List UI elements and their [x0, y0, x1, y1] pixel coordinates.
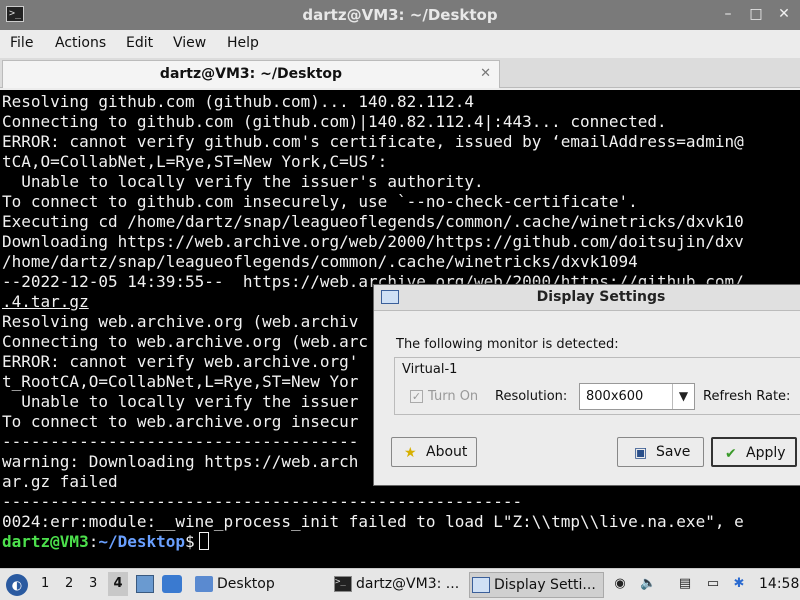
- refresh-rate-label: Refresh Rate:: [703, 389, 791, 404]
- volume-icon[interactable]: 🔈: [640, 576, 656, 592]
- maximize-icon[interactable]: □: [746, 4, 766, 24]
- chevron-down-icon[interactable]: ▼: [672, 384, 694, 409]
- window-title: dartz@VM3: ~/Desktop: [302, 6, 498, 24]
- task-display-settings[interactable]: Display Setti...: [469, 572, 604, 598]
- show-desktop-icon[interactable]: [162, 575, 182, 593]
- window-titlebar[interactable]: >_ dartz@VM3: ~/Desktop – □ ✕: [0, 0, 800, 30]
- apply-button-label: Apply: [746, 445, 786, 461]
- file-manager-icon[interactable]: [136, 575, 154, 593]
- star-icon: ★: [404, 445, 417, 461]
- terminal-line: ----------------------------------------…: [2, 492, 523, 511]
- prompt-path: ~/Desktop: [98, 532, 186, 551]
- terminal-icon: >_: [334, 576, 352, 592]
- task-desktop[interactable]: Desktop: [193, 572, 305, 598]
- terminal-line: Downloading https://web.archive.org/web/…: [2, 232, 744, 251]
- about-button[interactable]: ★ About: [391, 437, 477, 467]
- task-display-settings-label: Display Setti...: [494, 577, 596, 593]
- terminal-line: tCA,O=CollabNet,L=Rye,ST=New York,C=US’:: [2, 152, 388, 171]
- terminal-line: Executing cd /home/dartz/snap/leagueofle…: [2, 212, 744, 231]
- display-settings-dialog: Display Settings The following monitor i…: [373, 284, 800, 486]
- terminal-line: t_RootCA,O=CollabNet,L=Rye,ST=New Yor: [2, 372, 359, 391]
- terminal-line: Connecting to github.com (github.com)|14…: [2, 112, 667, 131]
- network-icon[interactable]: ◉: [612, 576, 628, 592]
- terminal-line: To connect to web.archive.org insecur: [2, 412, 359, 431]
- terminal-line: ERROR: cannot verify github.com's certif…: [2, 132, 744, 151]
- tab-terminal[interactable]: dartz@VM3: ~/Desktop ✕: [2, 60, 500, 88]
- menu-help[interactable]: Help: [227, 35, 259, 51]
- terminal-line: Unable to locally verify the issuer: [2, 392, 359, 411]
- terminal-line: ar.gz failed: [2, 472, 118, 491]
- tab-bar: dartz@VM3: ~/Desktop ✕: [0, 58, 800, 88]
- prompt-separator: :: [88, 532, 99, 551]
- tab-close-icon[interactable]: ✕: [480, 66, 491, 81]
- save-button[interactable]: ▣ Save: [617, 437, 704, 467]
- menu-edit[interactable]: Edit: [126, 35, 153, 51]
- terminal-line: .4.tar.gz: [2, 292, 89, 311]
- workspace-4[interactable]: 4: [108, 572, 128, 596]
- monitor-icon[interactable]: ▭: [705, 576, 721, 592]
- prompt-symbol: $: [185, 532, 195, 551]
- save-button-label: Save: [656, 444, 691, 460]
- prompt-user: dartz@VM3: [2, 532, 89, 551]
- dialog-message: The following monitor is detected:: [396, 337, 619, 352]
- menu-file[interactable]: File: [10, 35, 33, 51]
- menubar: File Actions Edit View Help: [0, 30, 800, 58]
- turn-on-label: Turn On: [428, 389, 479, 404]
- display-icon: [472, 577, 490, 593]
- apply-button[interactable]: ✔ Apply: [711, 437, 797, 467]
- floppy-icon: ▣: [634, 445, 648, 461]
- folder-icon: [195, 576, 213, 592]
- workspace-1[interactable]: 1: [41, 576, 49, 600]
- terminal-line: Resolving github.com (github.com)... 140…: [2, 92, 475, 111]
- resolution-select[interactable]: 800x600 ▼: [579, 383, 695, 410]
- bluetooth-icon[interactable]: ✱: [731, 576, 747, 592]
- resolution-label: Resolution:: [495, 389, 568, 404]
- terminal-line: -------------------------------------: [2, 432, 359, 451]
- start-menu-icon[interactable]: ◐: [6, 574, 28, 596]
- menu-view[interactable]: View: [173, 35, 206, 51]
- taskbar: ◐ 1 2 3 4 Desktop >_ dartz@VM3: ... Disp…: [0, 568, 800, 600]
- terminal-line: Unable to locally verify the issuer's au…: [2, 172, 484, 191]
- terminal-line: Connecting to web.archive.org (web.arc: [2, 332, 369, 351]
- minimize-icon[interactable]: –: [718, 4, 738, 24]
- workspace-2[interactable]: 2: [65, 576, 73, 600]
- terminal-line: warning: Downloading https://web.arch: [2, 452, 359, 471]
- text-cursor: [198, 532, 209, 550]
- terminal-line: /home/dartz/snap/leagueoflegends/common/…: [2, 252, 638, 271]
- terminal-line: Resolving web.archive.org (web.archiv: [2, 312, 359, 331]
- workspace-3[interactable]: 3: [89, 576, 97, 600]
- dialog-titlebar[interactable]: Display Settings: [374, 285, 800, 311]
- terminal-line: 0024:err:module:__wine_process_init fail…: [2, 512, 744, 531]
- menu-actions[interactable]: Actions: [55, 35, 106, 51]
- task-desktop-label: Desktop: [217, 576, 275, 592]
- tab-label: dartz@VM3: ~/Desktop: [159, 66, 343, 82]
- clock[interactable]: 14:58: [759, 576, 799, 600]
- close-icon[interactable]: ✕: [774, 4, 794, 24]
- monitor-name: Virtual-1: [400, 362, 460, 377]
- task-terminal[interactable]: >_ dartz@VM3: ...: [332, 572, 464, 598]
- about-button-label: About: [426, 444, 468, 460]
- clipboard-icon[interactable]: ▤: [677, 576, 693, 592]
- terminal-prompt[interactable]: dartz@VM3:~/Desktop$: [2, 532, 209, 552]
- terminal-line: To connect to github.com insecurely, use…: [2, 192, 638, 211]
- task-terminal-label: dartz@VM3: ...: [356, 576, 460, 592]
- checkmark-icon: ✔: [725, 446, 737, 462]
- turn-on-checkbox[interactable]: ✓: [410, 390, 423, 403]
- dialog-title: Display Settings: [536, 289, 666, 305]
- resolution-value: 800x600: [586, 389, 644, 404]
- terminal-line: ERROR: cannot verify web.archive.org': [2, 352, 359, 371]
